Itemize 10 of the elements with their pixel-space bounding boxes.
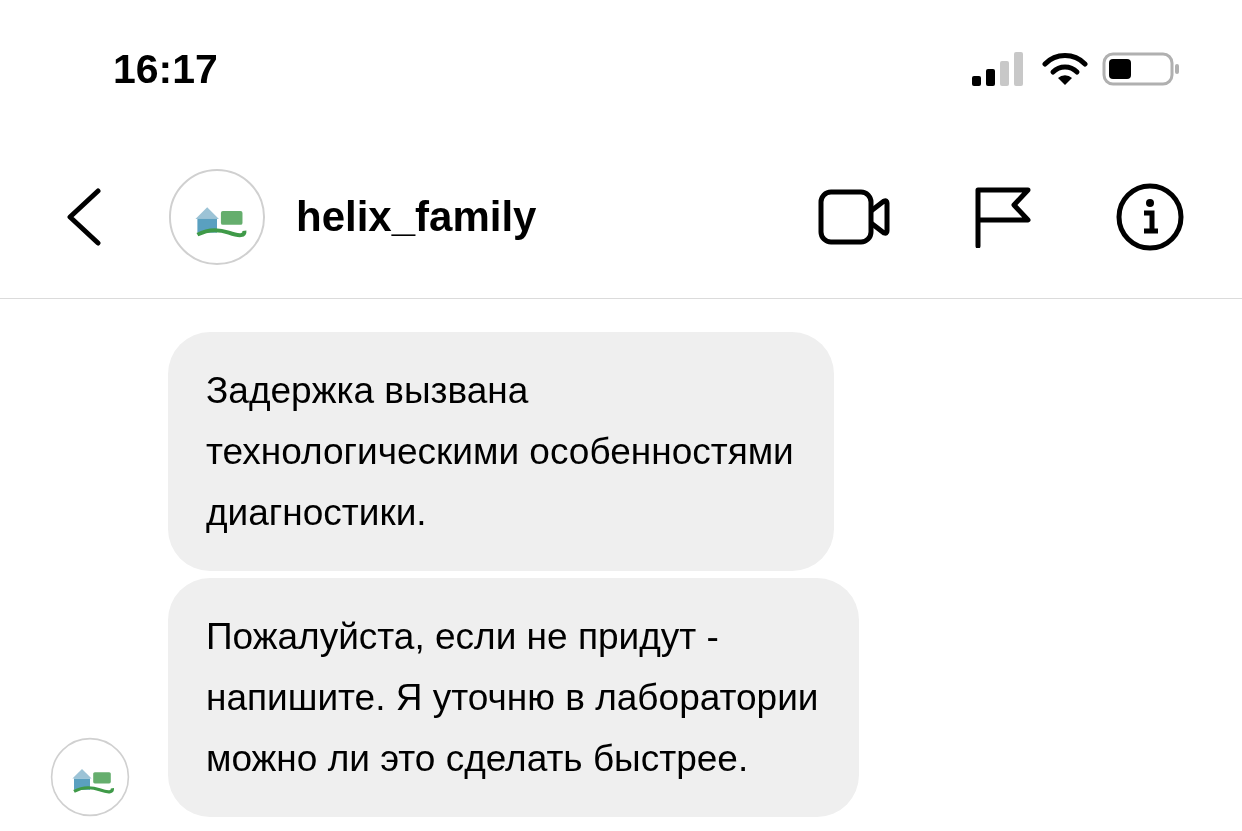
message-text: Задержка вызвана технологическими особенностями диагностики. <box>206 369 794 535</box>
status-time: 16:17 <box>113 45 218 94</box>
flag-icon[interactable] <box>974 185 1032 248</box>
video-camera-icon[interactable] <box>818 188 890 245</box>
info-icon[interactable] <box>1116 182 1184 251</box>
message-text: Пожалуйста, если не придут - напишите. Я уточню в лаборатории можно ли это сделать быстрее. <box>206 615 819 781</box>
username[interactable]: helix_family <box>296 185 537 248</box>
battery-icon <box>1102 52 1180 86</box>
wifi-icon <box>1042 52 1088 86</box>
back-icon[interactable] <box>64 187 102 246</box>
